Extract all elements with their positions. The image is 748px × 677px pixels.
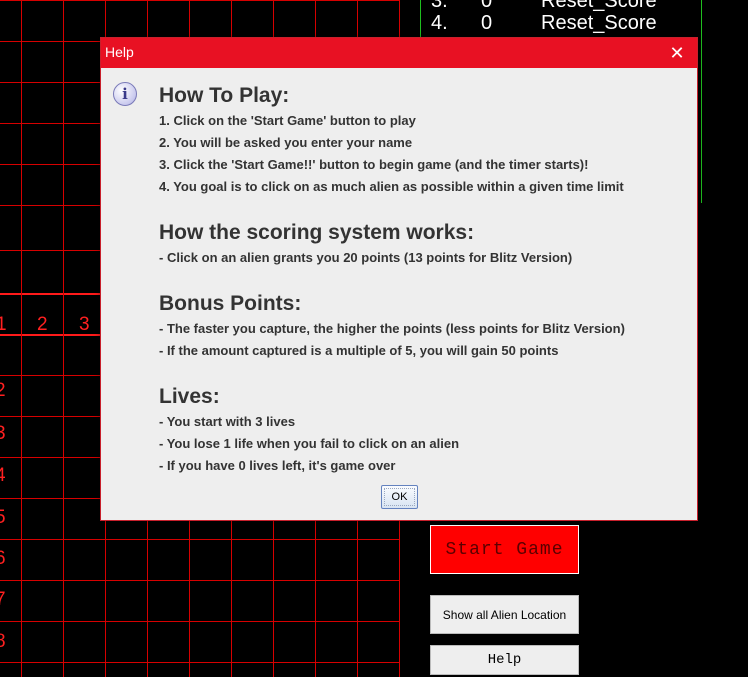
row-number: 8	[0, 631, 6, 652]
column-number: 1	[0, 314, 7, 335]
column-number: 2	[37, 314, 48, 335]
ok-button-label: OK	[391, 491, 408, 503]
information-icon: i	[113, 82, 137, 106]
grid-line	[0, 662, 400, 663]
close-icon[interactable]: ✕	[657, 38, 697, 68]
dialog-title: Help	[105, 44, 134, 60]
grid-line	[63, 0, 64, 677]
help-text-line: - Click on an alien grants you 20 points…	[159, 250, 573, 265]
start-game-button[interactable]: Start Game	[430, 525, 579, 574]
help-text-line: - If the amount captured is a multiple o…	[159, 343, 559, 358]
score-rank: 4.	[431, 12, 448, 34]
grid-line	[0, 580, 400, 581]
row-number: 6	[0, 548, 6, 569]
score-value: 0	[481, 12, 493, 34]
help-text-line: - If you have 0 lives left, it's game ov…	[159, 458, 396, 473]
section-heading: Lives:	[159, 385, 220, 408]
ok-button[interactable]: OK	[381, 485, 418, 509]
grid-line	[21, 0, 22, 677]
show-all-alien-location-button[interactable]: Show all Alien Location	[430, 595, 579, 634]
help-text-line: - The faster you capture, the higher the…	[159, 321, 625, 336]
row-number: 5	[0, 507, 6, 528]
section-heading: How the scoring system works:	[159, 221, 475, 244]
help-text-line: - You start with 3 lives	[159, 414, 296, 429]
help-text-line: 4. You goal is to click on as much alien…	[159, 179, 624, 194]
row-number: 3	[0, 423, 6, 444]
row-number: 2	[0, 380, 6, 401]
row-number: 7	[0, 589, 6, 610]
score-name: Reset_Score	[541, 12, 657, 34]
column-number: 3	[79, 314, 90, 335]
help-text-line: 3. Click the 'Start Game!!' button to be…	[159, 157, 589, 172]
grid-line	[0, 539, 400, 540]
help-text-line: 1. Click on the 'Start Game' button to p…	[159, 113, 416, 128]
help-text-line: - You lose 1 life when you fail to click…	[159, 436, 460, 451]
help-button[interactable]: Help	[430, 645, 579, 675]
section-heading: How To Play:	[159, 84, 290, 107]
help-dialog: Help ✕ i How To Play: 1. Click on the 'S…	[100, 37, 698, 521]
grid-line	[0, 621, 400, 622]
help-text-line: 2. You will be asked you enter your name	[159, 135, 413, 150]
row-number: 4	[0, 465, 6, 486]
dialog-titlebar[interactable]: Help ✕	[101, 38, 697, 68]
grid-line	[0, 0, 400, 1]
section-heading: Bonus Points:	[159, 292, 302, 315]
